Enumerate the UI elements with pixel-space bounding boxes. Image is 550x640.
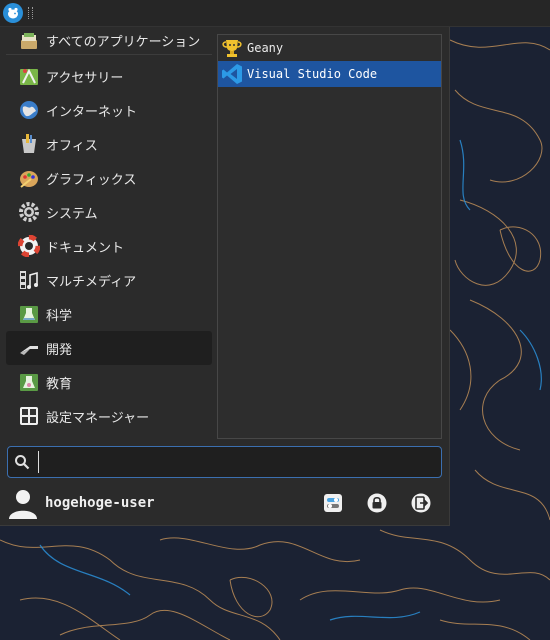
- graphics-palette-icon: [18, 167, 40, 189]
- category-list: すべてのアプリケーション アクセサリー インターネット オフィス グラフィックス: [6, 27, 212, 433]
- category-settings-manager[interactable]: 設定マネージャー: [6, 399, 212, 433]
- category-science[interactable]: 科学: [6, 297, 212, 331]
- search-box[interactable]: [7, 446, 442, 478]
- panel-handle[interactable]: [28, 7, 33, 19]
- search-input[interactable]: [38, 451, 424, 473]
- lock-icon: [367, 493, 387, 513]
- accessories-icon: [18, 65, 40, 87]
- lock-screen-button[interactable]: [365, 491, 389, 515]
- science-icon: [18, 303, 40, 325]
- category-label: 設定マネージャー: [46, 410, 150, 426]
- category-label: ドキュメント: [46, 240, 125, 256]
- settings-toggle-button[interactable]: [321, 491, 345, 515]
- category-documents[interactable]: ドキュメント: [6, 229, 212, 263]
- office-icon: [18, 133, 40, 155]
- xfce-mouse-icon: [8, 7, 18, 19]
- category-office[interactable]: オフィス: [6, 127, 212, 161]
- search-icon: [14, 454, 38, 470]
- category-all-apps[interactable]: すべてのアプリケーション: [6, 27, 212, 55]
- category-label: 教育: [46, 376, 73, 392]
- category-label: マルチメディア: [46, 274, 137, 290]
- help-lifebuoy-icon: [18, 235, 40, 257]
- category-label: オフィス: [46, 138, 98, 154]
- user-bar: hogehoge-user: [0, 487, 449, 525]
- internet-globe-icon: [18, 99, 40, 121]
- category-internet[interactable]: インターネット: [6, 93, 212, 127]
- category-system[interactable]: システム: [6, 195, 212, 229]
- category-label: システム: [46, 206, 98, 222]
- system-gear-icon: [18, 201, 40, 223]
- development-icon: [18, 337, 40, 359]
- logout-icon: [411, 493, 431, 513]
- log-out-button[interactable]: [409, 491, 433, 515]
- multimedia-icon: [18, 269, 40, 291]
- category-label: インターネット: [46, 104, 138, 120]
- app-item-vscode[interactable]: Visual Studio Code: [218, 61, 441, 87]
- category-label: アクセサリー: [46, 70, 124, 86]
- vscode-icon: [220, 63, 244, 85]
- category-graphics[interactable]: グラフィックス: [6, 161, 212, 195]
- user-name: hogehoge-user: [45, 495, 155, 511]
- geany-icon: [220, 37, 244, 59]
- category-multimedia[interactable]: マルチメディア: [6, 263, 212, 297]
- category-label: 開発: [46, 342, 73, 358]
- category-education[interactable]: 教育: [6, 365, 212, 399]
- category-accessories[interactable]: アクセサリー: [6, 59, 212, 93]
- application-list: Geany Visual Studio Code: [217, 34, 442, 439]
- settings-manager-icon: [18, 405, 40, 427]
- category-label: 科学: [46, 308, 73, 324]
- applications-menu-button[interactable]: [3, 3, 23, 23]
- settings-toggle-icon: [324, 494, 342, 512]
- category-development[interactable]: 開発: [6, 331, 212, 365]
- category-label: グラフィックス: [46, 172, 137, 188]
- all-apps-icon: [18, 30, 40, 52]
- top-panel: [0, 0, 550, 27]
- app-label: Visual Studio Code: [247, 67, 378, 81]
- app-label: Geany: [247, 41, 284, 55]
- category-label: すべてのアプリケーション: [46, 35, 201, 50]
- avatar: [9, 490, 37, 519]
- education-icon: [18, 371, 40, 393]
- app-item-geany[interactable]: Geany: [218, 35, 441, 61]
- whisker-menu: すべてのアプリケーション アクセサリー インターネット オフィス グラフィックス: [0, 27, 450, 526]
